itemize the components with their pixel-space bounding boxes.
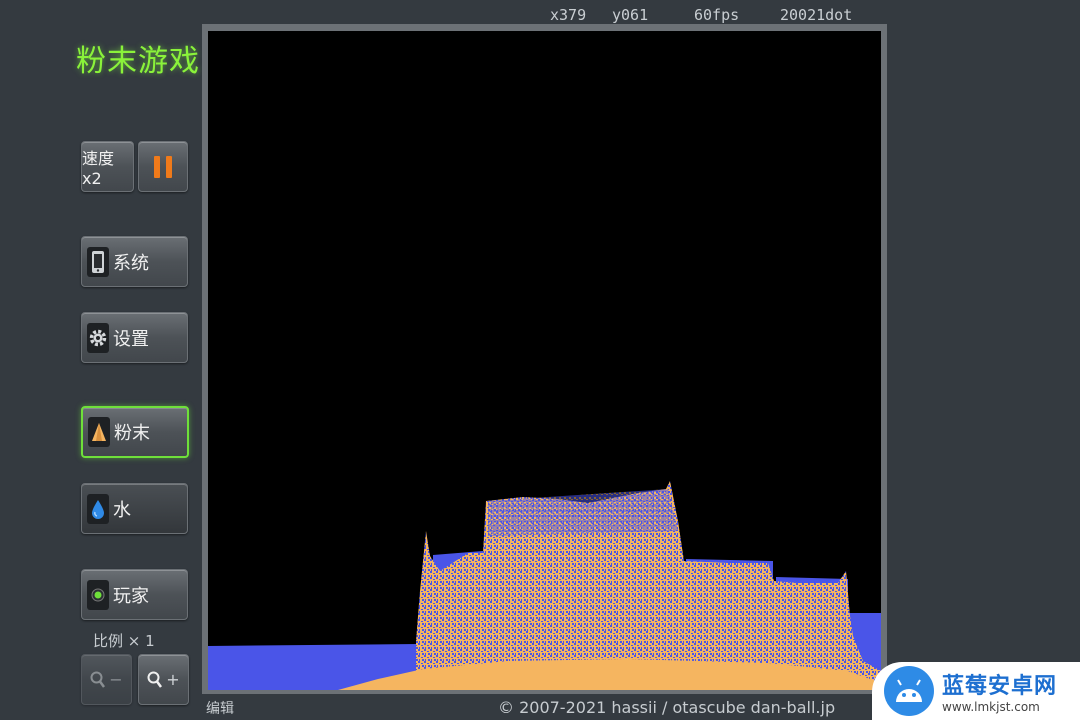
watermark-url: www.lmkjst.com bbox=[942, 700, 1040, 714]
watermark-name: 蓝莓安卓网 bbox=[942, 674, 1058, 699]
player-dot-icon bbox=[87, 579, 109, 610]
powder-pile-icon bbox=[88, 417, 110, 447]
zoom-in-sign: + bbox=[166, 670, 180, 689]
pause-icon-bar bbox=[166, 155, 172, 178]
player-label: 玩家 bbox=[113, 585, 149, 607]
magnifier-icon bbox=[147, 671, 163, 688]
water-drop-icon bbox=[87, 493, 109, 524]
zoom-in-button[interactable]: + bbox=[138, 654, 189, 705]
speed-button[interactable]: 速度x2 bbox=[81, 141, 134, 192]
cursor-x-readout: x379 bbox=[550, 6, 587, 24]
water-label: 水 bbox=[113, 499, 131, 521]
magnifier-icon bbox=[90, 671, 106, 688]
app-title: 粉末游戏 bbox=[76, 44, 200, 79]
particle-layer bbox=[208, 481, 881, 690]
fps-readout: 60fps bbox=[694, 6, 740, 24]
scale-label: 比例 × 1 bbox=[93, 632, 155, 650]
android-logo-icon bbox=[884, 666, 934, 716]
settings-button[interactable]: 设置 bbox=[81, 312, 188, 363]
water-element-button[interactable]: 水 bbox=[81, 483, 188, 534]
system-button[interactable]: 系统 bbox=[81, 236, 188, 287]
dot-count-readout: 20021dot bbox=[780, 6, 853, 24]
pause-icon bbox=[154, 155, 160, 178]
status-readout: x379 y061 60fps 20021dot bbox=[550, 6, 890, 26]
mixed-upper-band bbox=[488, 489, 678, 536]
player-element-button[interactable]: 玩家 bbox=[81, 569, 188, 620]
settings-label: 设置 bbox=[113, 328, 149, 350]
copyright-text: © 2007-2021 hassii / otascube dan-ball.j… bbox=[498, 698, 836, 717]
edit-label[interactable]: 编辑 bbox=[206, 698, 234, 718]
phone-icon bbox=[87, 246, 109, 277]
zoom-out-button[interactable]: − bbox=[81, 654, 132, 705]
simulation-canvas[interactable] bbox=[208, 31, 881, 690]
gear-icon bbox=[87, 322, 109, 353]
watermark-badge: 蓝莓安卓网 www.lmkjst.com bbox=[872, 662, 1080, 720]
pause-button[interactable] bbox=[138, 141, 188, 192]
zoom-out-sign: − bbox=[109, 670, 123, 689]
cursor-y-readout: y061 bbox=[612, 6, 649, 24]
powder-element-button[interactable]: 粉末 bbox=[81, 406, 189, 458]
system-label: 系统 bbox=[113, 252, 149, 274]
powder-label: 粉末 bbox=[114, 423, 150, 444]
